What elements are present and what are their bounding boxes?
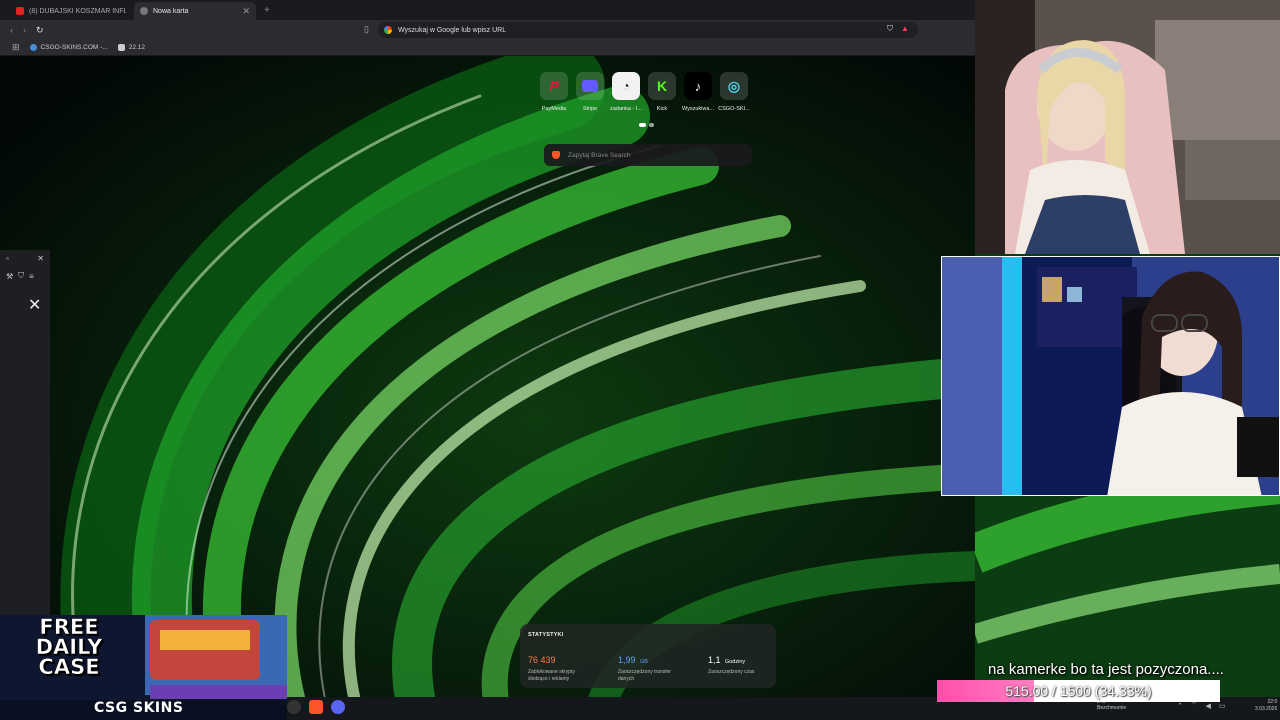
- clock[interactable]: 22:0 3.03.2026: [1255, 699, 1277, 713]
- system-tray: ⌃ ⌔ ◀ ▭: [1177, 701, 1225, 710]
- goal-progress-text: 515.00 / 1500 (34.33%): [1005, 683, 1152, 699]
- kick-icon: K: [648, 72, 676, 100]
- tab-title: Nowa karta: [153, 7, 189, 15]
- privacy-stats-widget: STATYSTYKI 76 439 Zablokowane skrypty śl…: [520, 624, 776, 688]
- obs-icon[interactable]: [287, 700, 301, 714]
- volume-icon[interactable]: ◀: [1205, 702, 1210, 710]
- bookmark-22-12[interactable]: 22.12: [117, 44, 145, 51]
- brave-icon[interactable]: [309, 700, 323, 714]
- close-panel-icon[interactable]: ✕: [28, 295, 41, 315]
- address-bar-placeholder: Wyszukaj w Google lub wpisz URL: [398, 26, 507, 34]
- ad-brand-logo: CSG SKINS: [94, 700, 184, 716]
- top-site-kick[interactable]: K Kick: [648, 72, 676, 112]
- stripe-icon: [576, 72, 604, 100]
- webcam-streamer-1: [975, 0, 1280, 254]
- network-icon[interactable]: ⌔: [1191, 701, 1198, 710]
- bookmark-icon[interactable]: ▯: [364, 24, 369, 35]
- bookmark-label: 22.12: [128, 44, 145, 51]
- youtube-icon: [16, 7, 24, 15]
- top-site-label: CSGO-SKI...: [718, 106, 750, 112]
- top-site-label: PayMedia: [541, 106, 567, 112]
- webcam-image-2: [942, 257, 1279, 495]
- stat-unit: GB: [639, 659, 648, 665]
- maximize-icon[interactable]: ▫: [6, 254, 9, 263]
- reload-icon[interactable]: ↻: [36, 25, 44, 36]
- bookmark-csgo-skins[interactable]: CSGO-SKINS.COM -...: [29, 44, 108, 51]
- google-icon: [384, 26, 392, 34]
- top-site-label: Wyszukiwa...: [681, 106, 715, 112]
- stat-bandwidth: 1,99 GB Zaoszczędzony transfer danych: [618, 650, 678, 683]
- forward-icon[interactable]: ›: [23, 25, 26, 35]
- stats-header: STATYSTYKI: [528, 632, 564, 638]
- stat-trackers: 76 439 Zablokowane skrypty śledzące i re…: [528, 650, 588, 683]
- paymedia-icon: P: [540, 72, 568, 100]
- tiktok-icon: ♪: [684, 72, 712, 100]
- stat-desc: Zaoszczędzony czas: [708, 669, 755, 675]
- clock-date: 3.03.2026: [1255, 706, 1278, 712]
- stat-time: 1,1 Godziny Zaoszczędzony czas: [708, 650, 768, 683]
- top-site-label: zadanka - I...: [610, 106, 642, 112]
- weather-desc: Bezchmurnie: [1097, 705, 1127, 711]
- top-site-paymedia[interactable]: P PayMedia: [540, 72, 568, 112]
- tab-youtube[interactable]: (8) DUBAJSKI KOSZMAR INFLUENCE...: [10, 2, 132, 20]
- donation-goal-bar: 515.00 / 1500 (34.33%): [937, 680, 1220, 702]
- bookmarks-bar: ⊞ CSGO-SKINS.COM -... 22.12: [0, 40, 975, 56]
- top-site-stripe[interactable]: Stripe: [576, 72, 604, 112]
- address-bar-actions: ⛉ ▲: [887, 24, 909, 34]
- new-tab-button[interactable]: +: [258, 5, 276, 16]
- stat-value: 76 439: [528, 655, 556, 665]
- back-icon[interactable]: ‹: [10, 25, 13, 35]
- chevron-up-icon[interactable]: ⌃: [1177, 702, 1183, 710]
- stat-desc: Zaoszczędzony transfer danych: [618, 669, 672, 682]
- brave-search-box[interactable]: Zapytaj Brave Search: [544, 144, 752, 166]
- menu-icon[interactable]: ≡: [29, 272, 34, 281]
- top-site-csgo-skins[interactable]: ◎ CSGO-SKI...: [718, 72, 750, 112]
- battery-icon[interactable]: ▭: [1219, 702, 1226, 710]
- clock-time: 22:0: [1267, 699, 1278, 705]
- top-site-label: Kick: [656, 106, 668, 112]
- stat-unit: Godziny: [724, 659, 746, 665]
- top-sites-pager[interactable]: [639, 123, 654, 127]
- tools-icon[interactable]: ⚒: [6, 272, 13, 281]
- shield-icon[interactable]: ⛉: [18, 271, 24, 281]
- live-subtitle: na kamerke bo ta jest pozyczona....: [988, 661, 1224, 678]
- brave-lion-icon: [552, 151, 560, 159]
- csgo-skins-icon: ◎: [720, 72, 748, 100]
- apps-grid-icon[interactable]: ⊞: [12, 42, 20, 53]
- stat-value: 1,1: [708, 655, 721, 665]
- brave-shields-icon[interactable]: ⛉: [887, 24, 893, 34]
- top-site-tiktok[interactable]: ♪ Wyszukiwa...: [682, 72, 714, 112]
- tab-title: (8) DUBAJSKI KOSZMAR INFLUENCE...: [29, 7, 126, 15]
- discord-icon[interactable]: [331, 700, 345, 714]
- brave-rewards-icon[interactable]: ▲: [901, 24, 909, 34]
- top-site-zadanka[interactable]: ◔ zadanka - I...: [610, 72, 642, 112]
- webcam-image-1: [975, 0, 1280, 254]
- top-sites: P PayMedia Stripe ◔ zadanka - I... K Kic…: [540, 72, 750, 112]
- stat-desc: Zablokowane skrypty śledzące i reklamy: [528, 669, 575, 682]
- top-site-label: Stripe: [582, 106, 598, 112]
- close-tab-icon[interactable]: ✕: [242, 6, 250, 17]
- close-icon[interactable]: ✕: [37, 254, 44, 263]
- tab-strip: (8) DUBAJSKI KOSZMAR INFLUENCE... Nowa k…: [0, 0, 975, 20]
- tab-new-tab[interactable]: Nowa karta ✕: [134, 2, 256, 20]
- brave-shield-icon: [140, 7, 148, 15]
- stream-screen: (8) DUBAJSKI KOSZMAR INFLUENCE... Nowa k…: [0, 0, 1280, 720]
- globe-icon: [29, 44, 37, 51]
- webcam-streamer-2: [941, 256, 1280, 496]
- address-bar[interactable]: Wyszukaj w Google lub wpisz URL: [378, 22, 918, 38]
- ad-headline: FREE DAILY CASE: [35, 615, 103, 679]
- brave-search-placeholder: Zapytaj Brave Search: [568, 151, 631, 159]
- stat-value: 1,99: [618, 655, 636, 665]
- zadanka-icon: ◔: [612, 72, 640, 100]
- bookmark-label: CSGO-SKINS.COM -...: [40, 44, 108, 51]
- bookmark-favicon-icon: [117, 44, 125, 51]
